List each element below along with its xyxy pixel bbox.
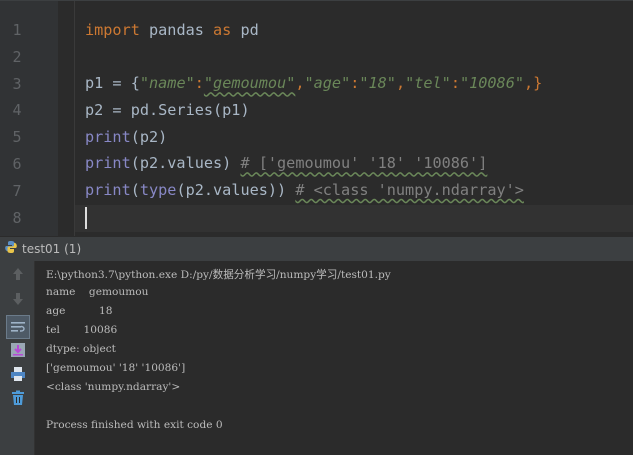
line-number: 1 <box>12 21 22 39</box>
scroll-to-end-icon[interactable] <box>9 341 27 359</box>
line-number-gutter: 1 2 3 4 5 6 7 8 <box>0 1 58 236</box>
code-line-2[interactable] <box>85 44 542 71</box>
run-toolbar <box>0 261 35 455</box>
current-line-highlight <box>75 205 633 232</box>
string-literal: "age" <box>304 74 351 93</box>
code-text: p1 = { <box>85 74 140 93</box>
code-editor[interactable]: 1 2 3 4 5 6 7 8 import pandas as pd p1 =… <box>0 0 633 236</box>
line-number: 3 <box>12 75 22 93</box>
text-caret <box>85 207 87 229</box>
console-line: tel 10086 <box>46 324 118 336</box>
run-tab[interactable]: test01 (1) <box>4 240 81 257</box>
punctuation: : <box>450 74 460 93</box>
punctuation: : <box>194 74 204 93</box>
string-literal: "name" <box>139 74 195 93</box>
code-text: (p2.values) <box>130 154 241 173</box>
keyword: as <box>213 21 232 39</box>
punctuation: , <box>395 74 406 93</box>
punctuation: , <box>295 74 305 93</box>
console-line: <class 'numpy.ndarray'> <box>46 381 181 393</box>
code-content[interactable]: import pandas as pd p1 = {"name":"gemoum… <box>85 17 542 204</box>
identifier: pd <box>231 21 259 39</box>
code-line-7[interactable]: print(type(p2.values)) # <class 'numpy.n… <box>85 177 542 204</box>
line-number: 8 <box>12 209 22 227</box>
keyword: import <box>85 21 140 39</box>
builtin-function: print <box>85 154 131 173</box>
string-literal: "18" <box>359 74 396 93</box>
arrow-down-icon[interactable] <box>9 290 27 308</box>
run-tab-label: test01 (1) <box>22 241 82 256</box>
code-text: (p2.values)) <box>176 181 296 200</box>
code-line-5[interactable]: print(p2) <box>85 124 542 151</box>
code-comment: # ['gemoumou' '18' '10086'] <box>240 154 488 173</box>
code-comment: # <class 'numpy.ndarray'> <box>295 181 524 200</box>
gutter-separator <box>74 1 75 236</box>
console-line: name gemoumou <box>46 286 149 298</box>
code-text: (p2) <box>130 127 168 146</box>
console-line: E:\python3.7\python.exe D:/py/数据分析学习/num… <box>46 269 391 281</box>
run-tool-window-header: test01 (1) <box>0 236 633 262</box>
code-text: p2 = pd.Series(p1) <box>85 101 250 120</box>
builtin-function: type <box>139 181 177 200</box>
identifier: pandas <box>139 21 214 39</box>
line-number: 4 <box>12 101 22 119</box>
print-icon[interactable] <box>9 365 27 383</box>
console-line: Process finished with exit code 0 <box>46 419 223 431</box>
code-line-1[interactable]: import pandas as pd <box>85 17 542 44</box>
run-console[interactable]: E:\python3.7\python.exe D:/py/数据分析学习/num… <box>35 261 633 455</box>
code-text: ( <box>130 181 140 200</box>
soft-wrap-icon[interactable] <box>6 315 30 339</box>
punctuation: ,} <box>524 74 543 93</box>
line-number: 5 <box>12 128 22 146</box>
string-literal: "10086" <box>459 74 524 93</box>
trash-icon[interactable] <box>9 389 27 407</box>
code-line-4[interactable]: p2 = pd.Series(p1) <box>85 97 542 124</box>
builtin-function: print <box>85 127 131 146</box>
python-icon <box>4 240 18 257</box>
console-line: age 18 <box>46 305 113 317</box>
console-line: ['gemoumou' '18' '10086'] <box>46 362 186 374</box>
builtin-function: print <box>85 181 131 200</box>
punctuation: : <box>350 74 360 93</box>
string-literal: "tel" <box>405 74 451 93</box>
console-line: dtype: object <box>46 343 116 355</box>
line-number: 7 <box>12 182 22 200</box>
code-line-6[interactable]: print(p2.values) # ['gemoumou' '18' '100… <box>85 150 542 177</box>
line-number: 6 <box>12 155 22 173</box>
arrow-up-icon[interactable] <box>9 265 27 283</box>
line-number: 2 <box>12 48 22 66</box>
code-line-3[interactable]: p1 = {"name":"gemoumou","age":"18","tel"… <box>85 70 542 97</box>
string-literal: "gemoumou" <box>203 74 296 93</box>
